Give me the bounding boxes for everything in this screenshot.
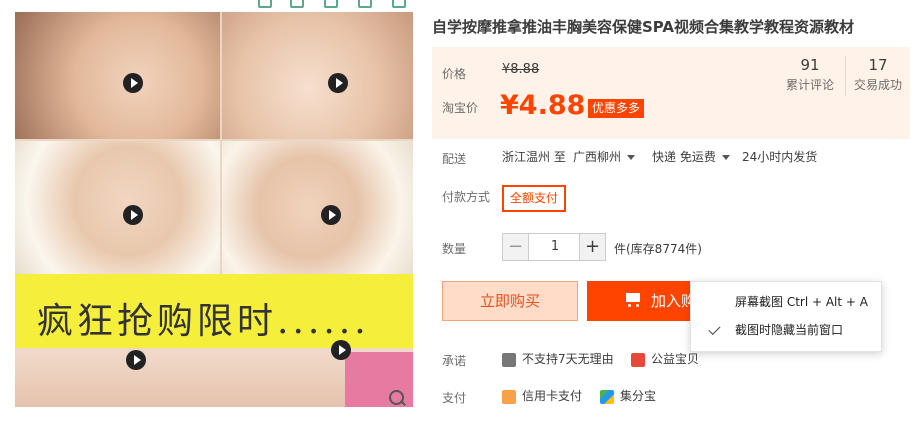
price-label: 价格 [442, 67, 467, 81]
trades-count: 17 [868, 56, 888, 74]
shipping-origin: 浙江温州 至 [502, 150, 566, 164]
quantity-input[interactable]: 1 [529, 234, 581, 260]
shipping-method-select[interactable]: 快递 免运费 [652, 148, 730, 165]
quantity-stepper: − 1 + [502, 233, 606, 261]
sale-price: ¥4.88 [500, 90, 586, 121]
promo-badge[interactable]: 优惠多多 [588, 99, 645, 118]
reviews-count: 91 [800, 56, 820, 74]
charity-item[interactable]: 公益宝贝 [631, 351, 699, 367]
destination-select[interactable]: 广西柳州 [573, 148, 636, 165]
original-price: ¥8.88 [502, 62, 540, 77]
play-icon[interactable] [123, 205, 143, 225]
menu-item-hide-window[interactable]: 截图时隐藏当前窗口 [691, 317, 881, 343]
dispatch-time: 24小时内发货 [742, 150, 818, 164]
taobao-price-label: 淘宝价 [442, 101, 479, 115]
promise-label: 承诺 [442, 354, 467, 368]
product-image[interactable]: 疯狂抢购限时...... [15, 12, 413, 407]
no-7day-return-text: 不支持7天无理由 [522, 352, 614, 366]
payment-method-label: 付款方式 [442, 190, 491, 204]
pay-label: 支付 [442, 391, 467, 405]
cart-icon [624, 293, 642, 307]
check-icon [708, 322, 721, 336]
trades-stat: 17 交易成功 [848, 56, 908, 93]
shipping-method-text: 快递 免运费 [652, 150, 716, 164]
increase-button[interactable]: + [579, 234, 605, 260]
play-icon[interactable] [331, 340, 351, 360]
play-icon[interactable] [126, 350, 146, 370]
context-menu: 屏幕截图 Ctrl + Alt + A 截图时隐藏当前窗口 [690, 281, 882, 352]
menu-item-hide-window-label: 截图时隐藏当前窗口 [735, 323, 844, 337]
product-title: 自学按摩推拿推油丰胸美容保健SPA视频合集教学教程资源教材 [432, 18, 855, 36]
play-icon[interactable] [328, 73, 348, 93]
credit-card-text: 信用卡支付 [522, 389, 583, 403]
menu-item-screenshot[interactable]: 屏幕截图 Ctrl + Alt + A [691, 289, 881, 315]
destination-text: 广西柳州 [573, 150, 622, 164]
product-page: 疯狂抢购限时...... 自学按摩推拿推油丰胸美容保健SPA视频合集教学教程资源… [0, 0, 915, 429]
image-tool-icon[interactable] [258, 0, 272, 8]
reviews-stat[interactable]: 91 累计评论 [780, 56, 840, 93]
seven-day-icon [502, 352, 516, 367]
charity-text: 公益宝贝 [651, 352, 700, 366]
video-thumbnail[interactable] [15, 141, 220, 274]
expand-icon[interactable] [290, 0, 304, 8]
video-thumbnail[interactable] [15, 12, 220, 139]
zoom-icon[interactable] [389, 390, 407, 407]
full-payment-option[interactable]: 全额支付 [502, 185, 567, 212]
trades-label: 交易成功 [853, 78, 902, 92]
credit-card-icon [502, 389, 516, 404]
video-thumbnail[interactable] [222, 141, 413, 274]
jifenbao-text: 集分宝 [620, 389, 657, 403]
buy-now-button[interactable]: 立即购买 [442, 281, 578, 321]
image-toolbar [248, 0, 418, 10]
chevron-down-icon [721, 155, 730, 160]
stat-divider [845, 56, 846, 96]
image-tool-icon[interactable] [358, 0, 372, 8]
play-icon[interactable] [123, 73, 143, 93]
stock-text: 件(库存8774件) [614, 242, 702, 256]
video-thumbnail[interactable] [222, 12, 413, 139]
reviews-label: 累计评论 [785, 78, 834, 92]
shipping-label: 配送 [442, 152, 467, 166]
quantity-label: 数量 [442, 242, 467, 256]
image-tool-icon[interactable] [392, 0, 406, 8]
credit-card-pay[interactable]: 信用卡支付 [502, 388, 582, 404]
charity-heart-icon [631, 352, 645, 367]
chevron-down-icon [627, 155, 636, 160]
promo-banner-text: 疯狂抢购限时...... [37, 301, 370, 342]
no-7day-return[interactable]: 不支持7天无理由 [502, 351, 614, 367]
image-tool-icon[interactable] [324, 0, 338, 8]
jifenbao-pay[interactable]: 集分宝 [600, 388, 656, 404]
play-icon[interactable] [321, 205, 341, 225]
decrease-button[interactable]: − [503, 234, 529, 260]
jifenbao-icon [600, 389, 614, 404]
